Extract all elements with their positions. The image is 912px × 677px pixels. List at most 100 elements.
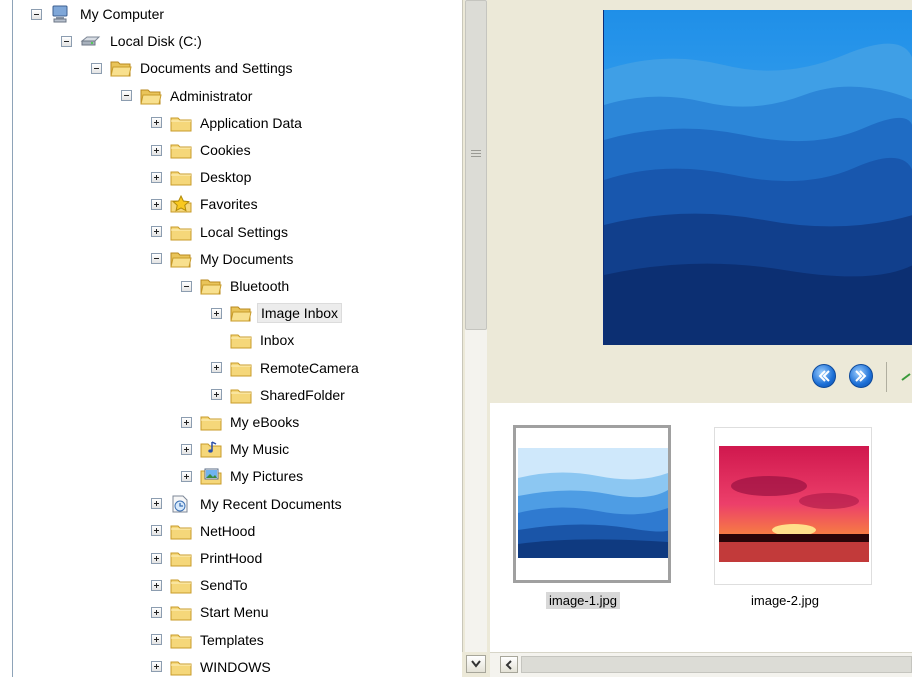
tree-node[interactable]: Desktop	[151, 164, 254, 190]
tree-node-label[interactable]: Administrator	[167, 87, 255, 105]
expand-icon[interactable]	[151, 498, 162, 510]
tree-node-label[interactable]: My Pictures	[227, 467, 306, 485]
scroll-grip-line	[471, 153, 481, 154]
tree-node-label[interactable]: Cookies	[197, 141, 254, 159]
expand-icon[interactable]	[181, 470, 192, 482]
tree-border	[12, 0, 13, 677]
rotate-icon[interactable]	[900, 370, 912, 382]
scroll-left-button[interactable]	[500, 656, 518, 673]
folder-open-icon	[230, 306, 252, 322]
expand-icon[interactable]	[151, 525, 162, 537]
previous-image-button[interactable]	[812, 364, 836, 388]
folder-open-icon	[170, 252, 192, 268]
tree-node-label[interactable]: WINDOWS	[197, 658, 274, 676]
tree-node-label[interactable]: My Music	[227, 440, 292, 458]
tree-node[interactable]: Image Inbox	[211, 300, 343, 326]
thumbnail-image-2[interactable]	[714, 427, 872, 585]
tree-node-label[interactable]: Start Menu	[197, 603, 271, 621]
tree-node[interactable]: SendTo	[151, 572, 250, 598]
recent-documents-icon	[172, 495, 188, 513]
chevron-down-icon	[471, 660, 481, 668]
expand-icon[interactable]	[151, 171, 162, 183]
collapse-icon[interactable]	[91, 62, 102, 74]
tree-node[interactable]: Local Settings	[151, 219, 291, 245]
next-image-button[interactable]	[849, 364, 873, 388]
thumbnail-picture	[518, 448, 668, 558]
thumbnail-caption[interactable]: image-2.jpg	[748, 592, 822, 609]
tree-node-label[interactable]: My Recent Documents	[197, 495, 345, 513]
folder-icon	[170, 579, 192, 594]
tree-node-label[interactable]: Inbox	[257, 331, 297, 349]
tree-node[interactable]: NetHood	[151, 518, 258, 544]
tree-node[interactable]: Administrator	[121, 83, 255, 109]
collapse-icon[interactable]	[31, 8, 42, 20]
tree-node[interactable]: Documents and Settings	[91, 55, 296, 81]
expand-icon[interactable]	[211, 307, 222, 319]
collapse-icon[interactable]	[61, 35, 72, 47]
tree-node[interactable]: My Pictures	[181, 463, 306, 489]
expand-icon[interactable]	[151, 226, 162, 238]
tree-node-label[interactable]: NetHood	[197, 522, 258, 540]
tree-node[interactable]: My Music	[181, 436, 292, 462]
tree-node-label[interactable]: Application Data	[197, 114, 305, 132]
tree-node[interactable]: Inbox	[211, 327, 297, 353]
tree-node[interactable]: WINDOWS	[151, 654, 274, 677]
horizontal-scrollbar-thumb[interactable]	[521, 656, 912, 673]
tree-node[interactable]: Cookies	[151, 137, 254, 163]
tree-node-label[interactable]: Templates	[197, 631, 267, 649]
tree-node[interactable]: My Computer	[31, 1, 167, 27]
expand-icon[interactable]	[151, 634, 162, 646]
tree-node-label[interactable]: Favorites	[197, 195, 261, 213]
expand-icon[interactable]	[151, 661, 162, 673]
tree-node-label[interactable]: Desktop	[197, 168, 254, 186]
tree-node-label[interactable]: My Documents	[197, 250, 296, 268]
tree-node[interactable]: My eBooks	[181, 409, 302, 435]
tree-node-label[interactable]: My eBooks	[227, 413, 302, 431]
tree-node[interactable]: Local Disk (C:)	[61, 28, 205, 54]
tree-node-label[interactable]: Bluetooth	[227, 277, 292, 295]
folder-icon	[170, 144, 192, 159]
tree-node-label[interactable]: SendTo	[197, 576, 250, 594]
folder-tree[interactable]: My Computer Local Disk (C:) Documents and …	[0, 0, 462, 677]
tree-node-label[interactable]: PrintHood	[197, 549, 265, 567]
expand-icon[interactable]	[181, 416, 192, 428]
collapse-icon[interactable]	[121, 90, 132, 102]
expand-icon[interactable]	[151, 579, 162, 591]
tree-node-label[interactable]: Image Inbox	[257, 303, 343, 324]
expand-icon[interactable]	[211, 362, 222, 374]
folder-icon	[170, 171, 192, 186]
tree-node[interactable]: My Documents	[151, 246, 296, 272]
tree-node[interactable]: Application Data	[151, 110, 305, 136]
thumbnail-picture	[719, 446, 869, 562]
tree-node[interactable]: Bluetooth	[181, 273, 292, 299]
tree-scrollbar-thumb[interactable]	[465, 0, 487, 330]
thumbnail-image-1[interactable]	[513, 425, 671, 583]
tree-node-label[interactable]: Local Disk (C:)	[107, 32, 205, 50]
expand-icon[interactable]	[151, 552, 162, 564]
expand-icon[interactable]	[151, 117, 162, 129]
tree-node[interactable]: SharedFolder	[211, 382, 348, 408]
tree-node[interactable]: Start Menu	[151, 599, 271, 625]
tree-node-label[interactable]: RemoteCamera	[257, 359, 362, 377]
expand-icon[interactable]	[151, 606, 162, 618]
expand-icon[interactable]	[211, 389, 222, 401]
tree-scroll-down-button[interactable]	[466, 655, 486, 673]
folder-icon	[170, 661, 192, 676]
tree-node-label[interactable]: Local Settings	[197, 223, 291, 241]
collapse-icon[interactable]	[151, 253, 162, 265]
image-preview	[603, 10, 912, 345]
tree-node[interactable]: PrintHood	[151, 545, 265, 571]
expand-icon[interactable]	[151, 144, 162, 156]
thumbnail-caption[interactable]: image-1.jpg	[546, 592, 620, 609]
tree-node[interactable]: Templates	[151, 627, 267, 653]
collapse-icon[interactable]	[181, 280, 192, 292]
tree-node[interactable]: Favorites	[151, 191, 261, 217]
tree-node[interactable]: RemoteCamera	[211, 355, 362, 381]
tree-node-label[interactable]: Documents and Settings	[137, 59, 296, 77]
expand-icon[interactable]	[151, 198, 162, 210]
tree-node-label[interactable]: My Computer	[77, 5, 167, 23]
expand-icon[interactable]	[181, 443, 192, 455]
tree-node-label[interactable]: SharedFolder	[257, 386, 348, 404]
music-folder-icon	[200, 441, 222, 458]
tree-node[interactable]: My Recent Documents	[151, 491, 345, 517]
